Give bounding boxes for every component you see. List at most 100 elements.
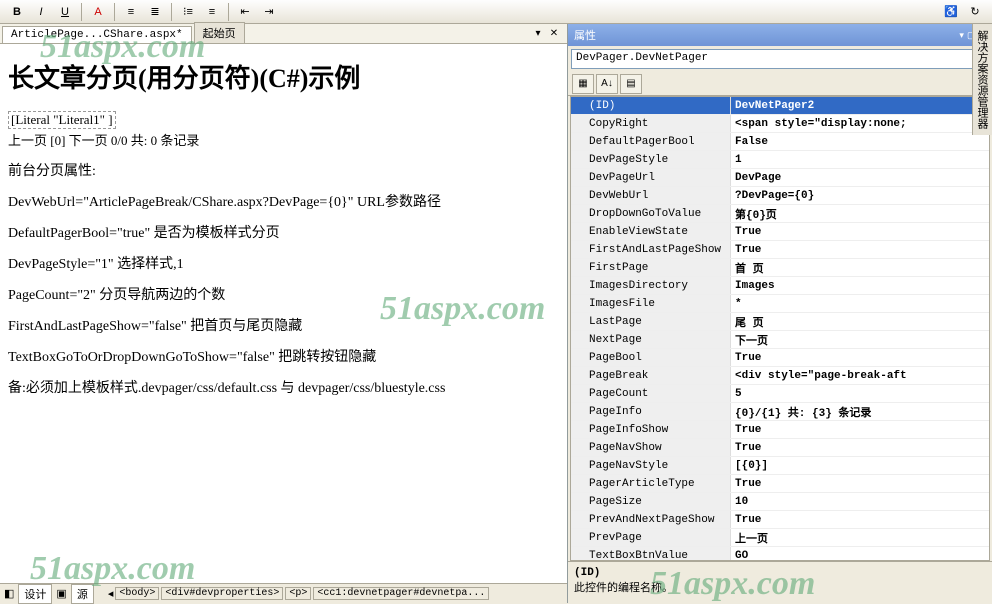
tab-article-page[interactable]: ArticlePage...CShare.aspx*	[2, 26, 192, 43]
property-row[interactable]: PageInfo{0}/{1} 共: {3} 条记录	[571, 403, 989, 421]
property-value[interactable]: 第{0}页	[731, 206, 989, 222]
property-value[interactable]: Images	[731, 280, 989, 292]
property-row[interactable]: PageInfoShowTrue	[571, 421, 989, 439]
tab-controls: ▾ ✕	[531, 26, 561, 40]
design-surface[interactable]: 长文章分页(用分页符)(C#)示例 [Literal "Literal1" ] …	[0, 44, 567, 583]
property-value[interactable]: True	[731, 244, 989, 256]
property-value[interactable]: True	[731, 514, 989, 526]
breadcrumb-item[interactable]: <p>	[285, 587, 311, 600]
property-name: LastPage	[571, 313, 731, 330]
view-switch-icon[interactable]: ▣	[56, 587, 66, 600]
property-value[interactable]: <span style="display:none;	[731, 118, 989, 130]
property-row[interactable]: FirstPage首 页	[571, 259, 989, 277]
outdent-button[interactable]: ⇤	[234, 2, 256, 22]
text-line: FirstAndLastPageShow="false" 把首页与尾页隐藏	[8, 316, 559, 337]
property-value[interactable]: GO	[731, 550, 989, 562]
breadcrumb-item[interactable]: <div#devproperties>	[161, 587, 283, 600]
component-selector[interactable]: DevPager.DevNetPager	[571, 49, 989, 69]
list-bullet-button[interactable]: ⁝≡	[177, 2, 199, 22]
text-line: DevPageStyle="1" 选择样式,1	[8, 254, 559, 275]
view-switch-icon[interactable]: ◧	[4, 587, 14, 600]
property-value[interactable]: 下一页	[731, 332, 989, 348]
underline-button[interactable]: U	[54, 2, 76, 22]
property-row[interactable]: PrevPage上一页	[571, 529, 989, 547]
property-row[interactable]: PrevAndNextPageShowTrue	[571, 511, 989, 529]
property-row[interactable]: ImagesDirectoryImages	[571, 277, 989, 295]
property-row[interactable]: NextPage下一页	[571, 331, 989, 349]
accessibility-button[interactable]: ♿	[940, 2, 962, 22]
breadcrumb-item[interactable]: <body>	[115, 587, 159, 600]
property-value[interactable]: True	[731, 442, 989, 454]
italic-button[interactable]: I	[30, 2, 52, 22]
bold-button[interactable]: B	[6, 2, 28, 22]
align-center-button[interactable]: ≣	[144, 2, 166, 22]
property-value[interactable]: DevNetPager2	[731, 100, 989, 112]
property-name: DevWebUrl	[571, 187, 731, 204]
font-color-button[interactable]: A	[87, 2, 109, 22]
property-value[interactable]: 上一页	[731, 530, 989, 546]
property-value[interactable]: True	[731, 478, 989, 490]
property-row[interactable]: DevPageUrlDevPage	[571, 169, 989, 187]
property-value[interactable]: 5	[731, 388, 989, 400]
property-value[interactable]: 尾 页	[731, 314, 989, 330]
indent-button[interactable]: ⇥	[258, 2, 280, 22]
desc-text: 此控件的编程名称。	[574, 582, 673, 594]
property-row[interactable]: PageNavStyle[{0}]	[571, 457, 989, 475]
property-row[interactable]: DevWebUrl?DevPage={0}	[571, 187, 989, 205]
property-value[interactable]: True	[731, 424, 989, 436]
solution-explorer-tab[interactable]: 解决方案资源管理器	[972, 24, 992, 135]
property-row[interactable]: DefaultPagerBoolFalse	[571, 133, 989, 151]
property-row[interactable]: PageNavShowTrue	[571, 439, 989, 457]
property-value[interactable]: [{0}]	[731, 460, 989, 472]
property-value[interactable]: DevPage	[731, 172, 989, 184]
property-name: PageSize	[571, 493, 731, 510]
property-value[interactable]: 1	[731, 154, 989, 166]
panel-title-bar: 属性 ▾ ▢ ✕	[568, 24, 992, 46]
property-name: FirstAndLastPageShow	[571, 241, 731, 258]
breadcrumb-item[interactable]: <cc1:devnetpager#devnetpa...	[313, 587, 489, 600]
property-value[interactable]: {0}/{1} 共: {3} 条记录	[731, 404, 989, 420]
property-row[interactable]: DropDownGoToValue第{0}页	[571, 205, 989, 223]
property-row[interactable]: PageBoolTrue	[571, 349, 989, 367]
literal-control[interactable]: [Literal "Literal1" ]	[8, 111, 116, 129]
separator	[114, 3, 115, 21]
panel-title: 属性	[574, 27, 596, 43]
property-name: ImagesFile	[571, 295, 731, 312]
property-row[interactable]: PagerArticleTypeTrue	[571, 475, 989, 493]
property-grid[interactable]: (ID)DevNetPager2CopyRight<span style="di…	[570, 96, 990, 561]
property-value[interactable]: *	[731, 298, 989, 310]
source-view-tab[interactable]: 源	[71, 584, 94, 604]
property-row[interactable]: PageBreak<div style="page-break-aft	[571, 367, 989, 385]
property-row[interactable]: PageCount5	[571, 385, 989, 403]
tab-start-page[interactable]: 起始页	[194, 22, 245, 43]
list-number-button[interactable]: ≡	[201, 2, 223, 22]
property-row[interactable]: LastPage尾 页	[571, 313, 989, 331]
tab-dropdown-icon[interactable]: ▾	[531, 26, 545, 40]
design-view-tab[interactable]: 设计	[18, 584, 52, 604]
property-row[interactable]: CopyRight<span style="display:none;	[571, 115, 989, 133]
property-row[interactable]: FirstAndLastPageShowTrue	[571, 241, 989, 259]
property-value[interactable]: True	[731, 226, 989, 238]
property-row[interactable]: (ID)DevNetPager2	[571, 97, 989, 115]
property-value[interactable]: ?DevPage={0}	[731, 190, 989, 202]
tab-close-icon[interactable]: ✕	[547, 26, 561, 40]
property-row[interactable]: PageSize10	[571, 493, 989, 511]
property-row[interactable]: TextBoxBtnValueGO	[571, 547, 989, 561]
categorized-button[interactable]: ▦	[572, 74, 594, 94]
property-value[interactable]: False	[731, 136, 989, 148]
property-value[interactable]: True	[731, 352, 989, 364]
alphabetical-button[interactable]: A↓	[596, 74, 618, 94]
property-row[interactable]: EnableViewStateTrue	[571, 223, 989, 241]
property-value[interactable]: 首 页	[731, 260, 989, 276]
properties-button[interactable]: ▤	[620, 74, 642, 94]
property-row[interactable]: DevPageStyle1	[571, 151, 989, 169]
dropdown-icon[interactable]: ▾	[959, 30, 964, 41]
breadcrumb-nav-icon[interactable]: ◂	[108, 587, 114, 600]
document-tabs: ArticlePage...CShare.aspx* 起始页 ▾ ✕	[0, 24, 567, 44]
align-left-button[interactable]: ≡	[120, 2, 142, 22]
property-value[interactable]: 10	[731, 496, 989, 508]
editor-area: ArticlePage...CShare.aspx* 起始页 ▾ ✕ 长文章分页…	[0, 24, 568, 603]
property-row[interactable]: ImagesFile*	[571, 295, 989, 313]
refresh-button[interactable]: ↻	[964, 2, 986, 22]
property-value[interactable]: <div style="page-break-aft	[731, 370, 989, 382]
